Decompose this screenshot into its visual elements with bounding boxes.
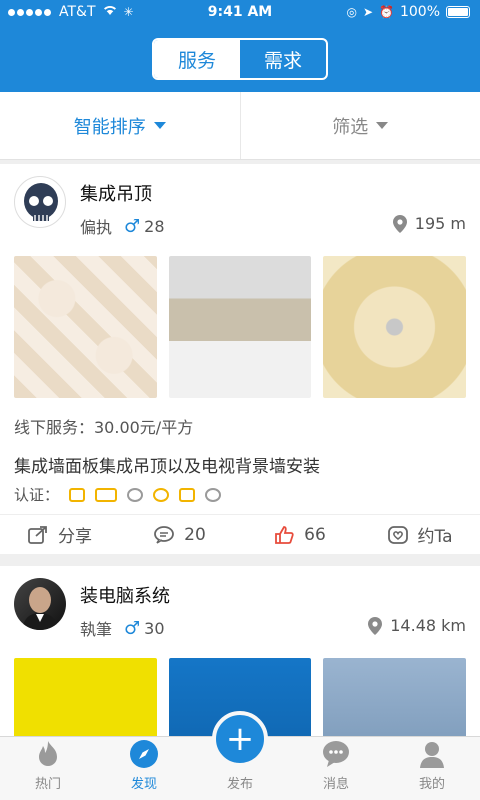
map-pin-icon [368,616,383,635]
date-button[interactable]: 约Ta [360,515,480,554]
battery-percent: 100% [399,4,440,20]
comment-count: 20 [184,524,206,545]
medal-cert-icon [127,487,144,502]
distance: 195 m [392,214,466,233]
phone-cert-icon [69,487,86,502]
tab-label: 我的 [418,777,445,792]
avatar[interactable] [14,578,66,630]
price-text: 线下服务：30.00元/平方 [14,418,194,437]
comment-icon [154,525,175,544]
tab-bar: 热门 发现 + 发布 消息 我的 [0,711,480,800]
status-bar: AT&T ✳ 9:41 AM ◎ ➤ ⏰ 100% [0,0,480,24]
male-icon: ♂ [124,617,141,639]
user-age: 28 [144,216,165,236]
distance-value: 14.48 km [390,616,466,635]
tab-messages[interactable]: 消息 [288,737,384,800]
user-meta: 偏执 ♂ 28 [80,214,165,238]
comment-button[interactable]: 20 [120,515,240,554]
segment-demand[interactable]: 需求 [240,40,326,78]
tab-hot[interactable]: 热门 [0,737,96,800]
tab-label: 消息 [322,777,349,792]
avatar[interactable] [14,176,66,228]
filter-dropdown[interactable]: 筛选 [239,92,480,159]
tab-publish[interactable]: + 发布 [192,711,288,800]
person-icon [420,742,444,768]
tab-mine[interactable]: 我的 [384,737,480,800]
description: 集成墙面板集成吊顶以及电视背景墙安装 [14,457,320,477]
compass-icon [130,740,158,768]
like-count: 66 [304,524,326,545]
user-age: 30 [144,618,165,638]
location-arrow-icon: ➤ [362,5,374,19]
sort-filter-bar: 智能排序 筛选 [0,92,480,160]
tab-label: 发布 [226,777,253,792]
tab-discover[interactable]: 发现 [96,737,192,800]
sort-label: 智能排序 [73,116,146,138]
like-button[interactable]: 66 [240,515,360,554]
cert-label: 认证： [14,486,60,504]
action-bar: 分享 20 66 约Ta [0,514,480,554]
date-label: 约Ta [417,527,453,547]
status-right: ◎ ➤ ⏰ 100% [346,4,470,20]
map-pin-icon [392,214,407,233]
fire-icon [39,741,57,766]
rotation-lock-icon: ◎ [346,5,357,19]
male-icon: ♂ [124,215,141,237]
filter-label: 筛选 [332,116,369,138]
id-card-cert-icon [95,487,118,502]
share-icon [28,525,47,544]
username: 偏执 [80,218,113,237]
username: 執筆 [80,620,113,639]
photo-kitchen[interactable] [168,256,312,398]
sort-dropdown[interactable]: 智能排序 [0,92,240,159]
share-label: 分享 [58,527,92,547]
plus-icon[interactable]: + [212,711,268,767]
shield-cert-icon [205,487,222,502]
photo-leather-wall[interactable] [323,256,467,398]
alipay-cert-icon [179,487,196,502]
distance-value: 195 m [414,214,466,233]
heart-message-icon [387,525,408,544]
tab-label: 发现 [130,777,157,792]
dropdown-arrow-icon [153,122,166,129]
segment-service[interactable]: 服务 [154,40,240,78]
nav-bar: 服务 需求 [0,24,480,92]
wechat-cert-icon [153,487,170,502]
photo-ceiling-panel[interactable] [14,256,157,398]
segment-control: 服务 需求 [152,38,328,80]
user-meta: 執筆 ♂ 30 [80,616,165,640]
certification-row: 认证： [14,484,222,505]
tab-label: 热门 [34,777,61,792]
chat-icon [323,741,349,767]
alarm-icon: ⏰ [379,5,394,19]
like-icon [275,525,294,544]
card-title: 装电脑系统 [80,586,170,607]
battery-icon [446,6,470,18]
share-button[interactable]: 分享 [0,515,120,554]
dropdown-arrow-icon [376,122,389,129]
distance: 14.48 km [368,616,466,635]
service-card[interactable]: 集成吊顶 偏执 ♂ 28 195 m 线下服务：30.00元/平方 集成墙面板集… [0,164,480,554]
photo-row [14,256,467,398]
card-title: 集成吊顶 [80,184,152,205]
